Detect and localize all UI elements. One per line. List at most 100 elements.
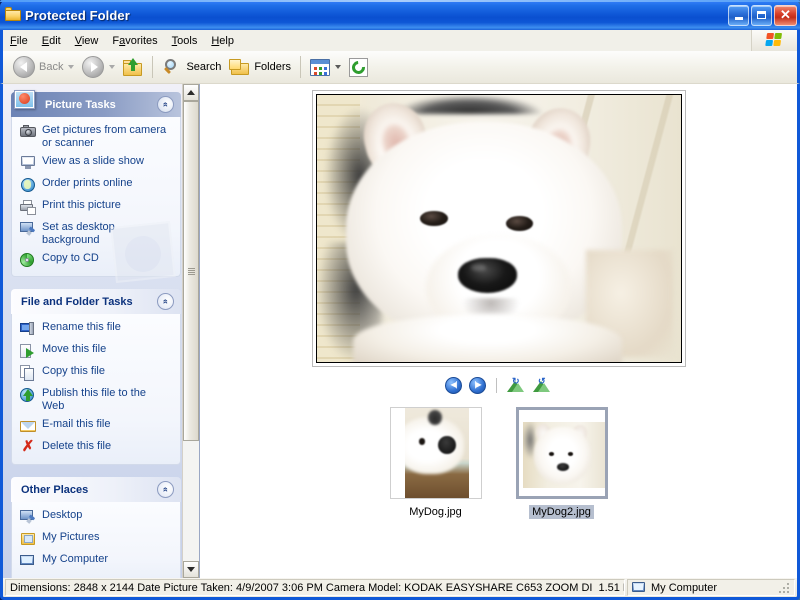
folder-icon <box>5 7 21 23</box>
folders-label: Folders <box>254 61 292 73</box>
explorer-window: Protected Folder ✕ File Edit View Favori… <box>0 0 800 600</box>
content-pane: ◀| |▶ ↻ ↺ MyDog.jpg MyDog2.jpg <box>200 84 797 578</box>
status-bar: Dimensions: 2848 x 2144 Date Picture Tak… <box>0 578 800 600</box>
my-pictures-icon <box>20 531 36 547</box>
panel-header-picture-tasks[interactable]: Picture Tasks « <box>11 89 181 117</box>
forward-dropdown-icon[interactable] <box>109 65 116 69</box>
task-view-slideshow[interactable]: View as a slide show <box>20 155 174 171</box>
scroll-up-button[interactable] <box>183 84 199 101</box>
task-rename-file[interactable]: Rename this file <box>20 321 174 337</box>
toolbar: Back Search Folders <box>0 51 800 84</box>
menu-item-file[interactable]: File <box>3 33 35 49</box>
up-button[interactable] <box>119 54 147 80</box>
task-label: Desktop <box>42 509 83 521</box>
menu-item-tools[interactable]: Tools <box>165 33 205 49</box>
move-file-icon <box>20 343 36 359</box>
panel-header-file-folder-tasks[interactable]: File and Folder Tasks « <box>11 289 181 314</box>
back-dropdown-icon[interactable] <box>68 65 75 69</box>
globe-print-icon <box>20 177 36 193</box>
search-button[interactable]: Search <box>158 54 225 80</box>
menu-item-favorites[interactable]: Favorites <box>105 33 164 49</box>
thumbnail-item[interactable]: MyDog.jpg <box>385 407 486 519</box>
collapse-chevron-icon[interactable]: « <box>157 96 174 113</box>
copy-file-icon <box>20 365 36 381</box>
scroll-down-button[interactable] <box>183 561 199 578</box>
resize-grip[interactable] <box>778 581 790 594</box>
thumbnail-strip: MyDog.jpg MyDog2.jpg <box>385 407 612 519</box>
folders-icon <box>229 58 250 76</box>
task-move-file[interactable]: Move this file <box>20 343 174 359</box>
task-copy-file[interactable]: Copy this file <box>20 365 174 381</box>
email-icon <box>20 418 36 434</box>
task-order-prints[interactable]: Order prints online <box>20 177 174 193</box>
maximize-button[interactable] <box>751 4 772 26</box>
place-my-computer[interactable]: My Computer <box>20 553 174 569</box>
views-button[interactable] <box>306 54 345 80</box>
panel-title: Other Places <box>21 483 89 496</box>
picture-watermark <box>109 220 179 286</box>
scrollbar-track[interactable] <box>183 101 199 561</box>
sidebar-scrollbar[interactable] <box>182 84 199 578</box>
cd-icon <box>20 252 36 268</box>
task-label: Copy to CD <box>42 252 99 264</box>
rotate-clockwise-button[interactable]: ↻ <box>507 376 526 393</box>
printer-icon <box>20 199 36 215</box>
menu-item-help[interactable]: Help <box>204 33 241 49</box>
task-label: Print this picture <box>42 199 121 211</box>
rotate-counterclockwise-button[interactable]: ↺ <box>533 376 552 393</box>
task-publish-web[interactable]: Publish this file to the Web <box>20 387 174 412</box>
thumbnail-filename: MyDog.jpg <box>409 506 462 518</box>
refresh-icon <box>349 57 369 77</box>
filmstrip-controls: ◀| |▶ ↻ ↺ <box>445 375 552 395</box>
window-body: Picture Tasks « Get pictures from camera… <box>0 84 800 578</box>
task-label: Delete this file <box>42 440 112 452</box>
back-button[interactable]: Back <box>9 54 78 80</box>
task-get-pictures[interactable]: Get pictures from camera or scanner <box>20 124 174 149</box>
window-controls: ✕ <box>728 4 797 26</box>
camera-icon <box>20 124 36 140</box>
menu-item-edit[interactable]: Edit <box>35 33 68 49</box>
folders-button[interactable]: Folders <box>225 54 295 80</box>
panel-title: File and Folder Tasks <box>21 295 133 308</box>
scrollbar-thumb[interactable] <box>183 101 199 442</box>
thumbnail-item-selected[interactable]: MyDog2.jpg <box>511 407 612 519</box>
menu-item-view[interactable]: View <box>68 33 106 49</box>
views-dropdown-icon[interactable] <box>335 65 342 69</box>
refresh-button[interactable] <box>345 54 372 80</box>
thumbnail-image[interactable] <box>389 407 482 499</box>
window-title: Protected Folder <box>25 7 130 23</box>
task-label: Order prints online <box>42 177 133 189</box>
panel-header-other-places[interactable]: Other Places « <box>11 477 181 502</box>
forward-button[interactable] <box>78 54 119 80</box>
task-label: Copy this file <box>42 365 105 377</box>
close-button[interactable]: ✕ <box>774 4 797 26</box>
thumbnail-image[interactable] <box>515 407 608 499</box>
rename-icon <box>20 321 36 337</box>
windows-flag-icon <box>751 30 797 51</box>
back-arrow-icon <box>13 56 35 78</box>
task-delete-file[interactable]: ✗ Delete this file <box>20 438 174 456</box>
place-my-pictures[interactable]: My Pictures <box>20 531 174 547</box>
panel-picture-tasks: Picture Tasks « Get pictures from camera… <box>11 89 181 283</box>
delete-x-icon: ✗ <box>21 438 35 455</box>
preview-image-samoyed-dog[interactable] <box>315 94 682 363</box>
search-icon <box>162 58 182 76</box>
task-label: My Pictures <box>42 531 100 543</box>
status-location-text: My Computer <box>651 581 718 594</box>
panel-body-other-places: Desktop My Pictures My Computer <box>11 502 181 578</box>
status-file-size: 1.51 MB <box>598 581 624 594</box>
task-print-picture[interactable]: Print this picture <box>20 199 174 215</box>
next-image-button[interactable]: |▶ <box>469 376 486 394</box>
minimize-button[interactable] <box>728 4 749 26</box>
status-location: My Computer <box>627 579 795 596</box>
image-preview-frame <box>311 90 686 367</box>
up-folder-icon <box>123 58 143 76</box>
collapse-chevron-icon[interactable]: « <box>157 481 174 498</box>
picture-tasks-icon <box>13 89 37 111</box>
task-email-file[interactable]: E-mail this file <box>20 418 174 434</box>
collapse-chevron-icon[interactable]: « <box>157 293 174 310</box>
place-desktop[interactable]: Desktop <box>20 509 174 525</box>
search-label: Search <box>186 61 222 73</box>
title-bar: Protected Folder ✕ <box>0 0 800 30</box>
previous-image-button[interactable]: ◀| <box>445 376 462 394</box>
